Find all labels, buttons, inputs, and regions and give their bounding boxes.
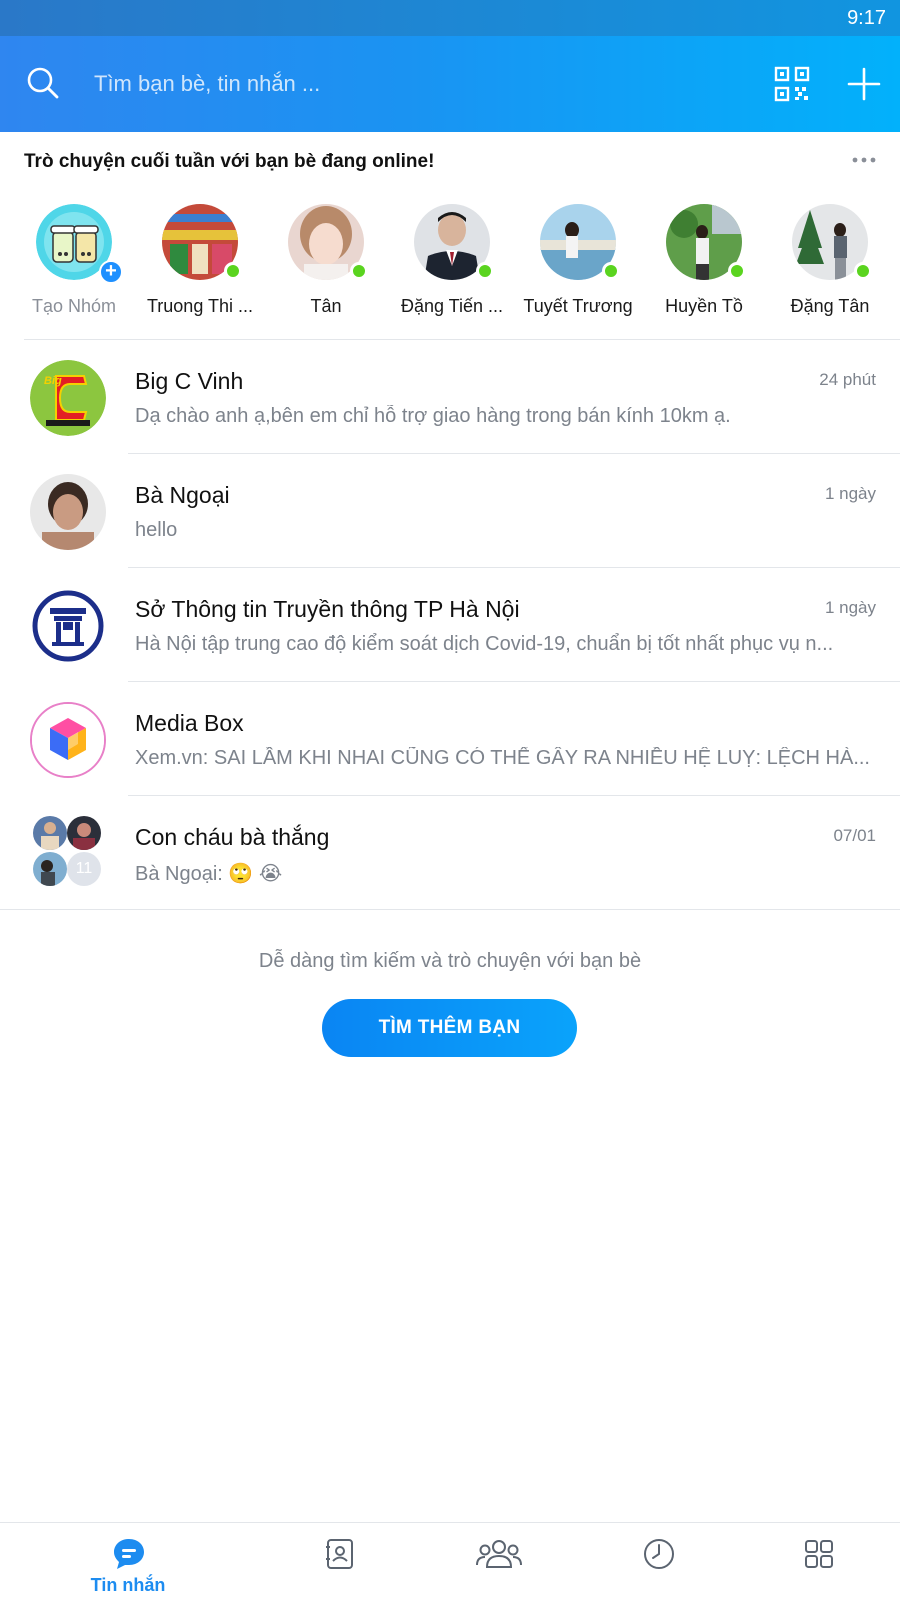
tab-contacts[interactable] [278,1523,398,1600]
online-item-name: Truong Thi ... [146,296,254,316]
status-time: 9:17 [847,7,886,29]
search-icon[interactable] [26,66,60,100]
more-apps-icon [805,1540,833,1568]
online-item-name: Tuyết Trương [523,296,633,316]
plus-icon[interactable] [846,66,882,102]
online-status-dot [602,262,620,280]
conversation-item[interactable]: 11 Con cháu bà thắng Bà Ngoại: 🙄 😭 07/01 [0,796,900,910]
find-friends-button[interactable]: TÌM THÊM BẠN [322,999,577,1057]
online-item-name: Đặng Tiến ... [400,296,504,316]
conversation-name: Media Box [135,710,244,736]
conversation-preview: hello [135,519,178,541]
conversation-item[interactable]: Bà Ngoại hello 1 ngày [0,454,900,568]
timeline-icon [644,1539,674,1569]
conversation-preview: Dạ chào anh ạ,bên em chỉ hỗ trợ giao hàn… [135,405,731,427]
conversation-time: 07/01 [833,826,876,845]
online-item-name: Tân [310,296,342,316]
conversation-time: 1 ngày [824,484,876,503]
online-status-dot [728,262,746,280]
search-input[interactable]: Tìm bạn bè, tin nhắn ... [94,71,320,97]
conversation-name: Big C Vinh [135,368,244,394]
conversation-time: 1 ngày [824,598,876,617]
conversation-name: Sở Thông tin Truyền thông TP Hà Nội [135,596,520,622]
find-friends-hint: Dễ dàng tìm kiếm và trò chuyện với bạn b… [258,950,642,972]
more-options-icon[interactable] [852,156,876,164]
svg-text:Big: Big [44,375,62,387]
online-section-title: Trò chuyện cuối tuần với bạn bè đang onl… [24,151,435,172]
bottom-navigation: Tin nhắn [0,1522,900,1600]
online-item-name: Huyền Tồ [665,296,743,316]
online-status-dot [854,262,872,280]
group-member-avatar [33,852,67,886]
add-icon: + [99,260,123,284]
conversation-list: Big Big C Vinh Dạ chào anh ạ,bên em chỉ … [0,340,900,910]
online-status-dot [476,262,494,280]
group-member-avatar [67,816,101,850]
group-member-avatar [33,816,67,850]
conversation-preview: Xem.vn: SAI LẦM KHI NHAI CŨNG CÓ THỂ GÂY… [135,747,870,769]
online-friends-row: + Tạo Nhóm Truong Thi ... Tân Đặng Tiến … [0,204,900,324]
top-header: Tìm bạn bè, tin nhắn ... [0,36,900,132]
online-friends-section: Trò chuyện cuối tuần với bạn bè đang onl… [0,132,900,340]
tab-timeline[interactable] [598,1523,718,1600]
messages-icon [114,1539,144,1569]
online-item-name: Tạo Nhóm [31,296,117,316]
conversation-item[interactable]: Sở Thông tin Truyền thông TP Hà Nội Hà N… [0,568,900,682]
tab-messages-label: Tin nhắn [90,1575,166,1595]
conversation-preview: Bà Ngoại: 🙄 😭 [135,863,283,885]
avatar [30,588,106,664]
conversation-name: Bà Ngoại [135,482,230,508]
group-member-count: 11 [67,852,101,886]
avatar [30,474,106,550]
conversation-time: 24 phút [819,370,876,389]
online-status-dot [350,262,368,280]
online-status-dot [224,262,242,280]
groups-icon [476,1540,522,1568]
avatar: Big [30,360,106,436]
status-bar: 9:17 [0,0,900,36]
avatar [30,702,106,778]
tab-groups[interactable] [439,1523,559,1600]
conversation-preview: Hà Nội tập trung cao độ kiểm soát dịch C… [135,633,834,655]
qr-code-icon[interactable] [774,66,810,102]
tab-more[interactable] [758,1523,878,1600]
conversation-item[interactable]: Media Box Xem.vn: SAI LẦM KHI NHAI CŨNG … [0,682,900,796]
divider [0,909,900,910]
contacts-icon [326,1539,353,1569]
online-item-name: Đặng Tân [790,296,870,316]
tab-messages[interactable]: Tin nhắn [68,1523,188,1600]
conversation-item[interactable]: Big Big C Vinh Dạ chào anh ạ,bên em chỉ … [0,340,900,454]
conversation-name: Con cháu bà thắng [135,824,330,850]
